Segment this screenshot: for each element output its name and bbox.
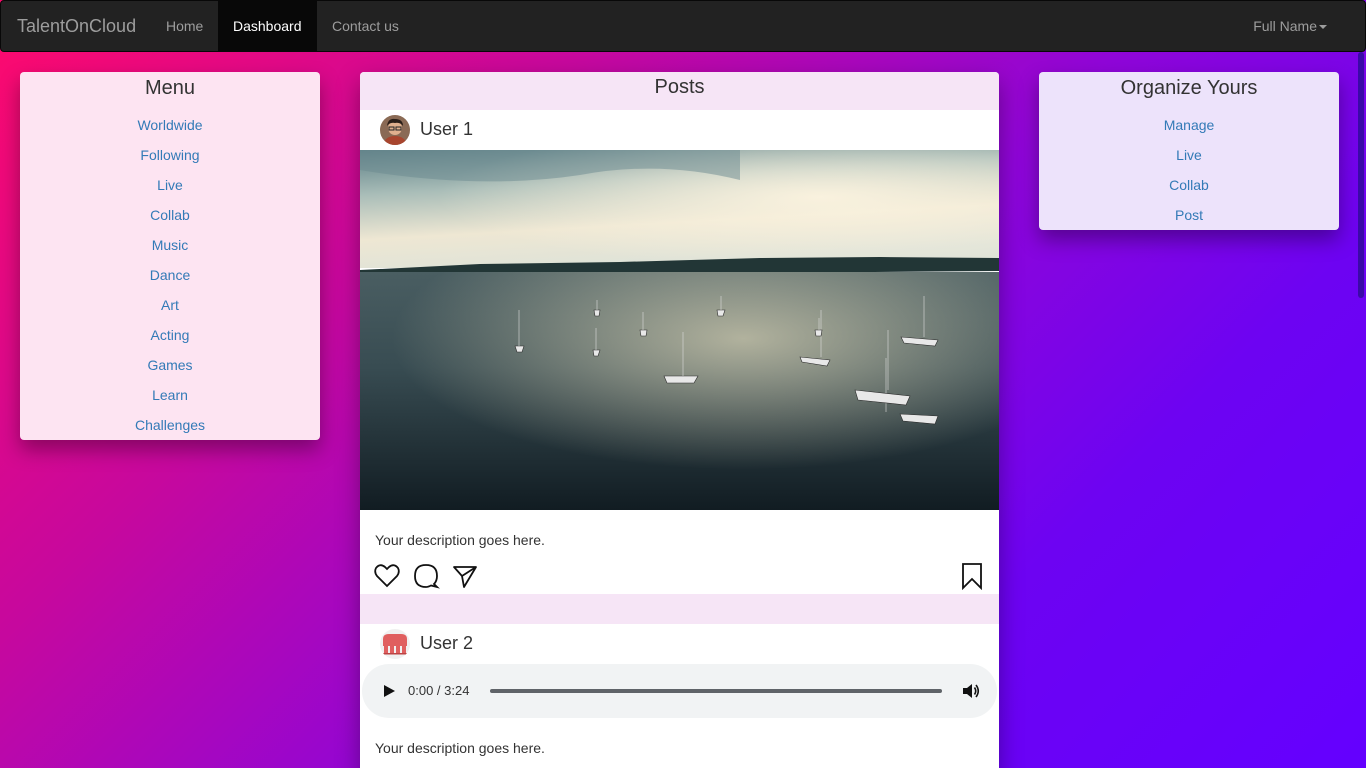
page-scrollbar[interactable] — [1358, 52, 1364, 298]
organize-item-manage[interactable]: Manage — [1039, 110, 1339, 140]
share-icon[interactable] — [451, 562, 479, 590]
menu-item-learn[interactable]: Learn — [20, 380, 320, 410]
menu-title: Menu — [144, 77, 196, 99]
menu-item-acting[interactable]: Acting — [20, 320, 320, 350]
top-navbar: TalentOnCloud Home Dashboard Contact us … — [0, 0, 1366, 52]
organize-list: Manage Live Collab Post — [1039, 110, 1339, 230]
menu-item-art[interactable]: Art — [20, 290, 320, 320]
brand-logo[interactable]: TalentOnCloud — [17, 1, 136, 51]
heart-icon[interactable] — [373, 562, 401, 590]
nav-contact-us[interactable]: Contact us — [317, 1, 414, 51]
organize-item-live[interactable]: Live — [1039, 140, 1339, 170]
user-2-avatar[interactable] — [380, 629, 410, 659]
post-1-actions — [360, 562, 999, 594]
audio-time: 0:00 / 3:24 — [408, 683, 470, 698]
user-2-name[interactable]: User 2 — [420, 624, 473, 662]
menu-list: Worldwide Following Live Collab Music Da… — [20, 110, 320, 440]
user-name-label: Full Name — [1253, 18, 1317, 34]
menu-panel: Menu Worldwide Following Live Collab Mus… — [20, 72, 320, 440]
post-1-image[interactable] — [360, 150, 999, 510]
organize-title: Organize Yours — [1120, 77, 1258, 99]
menu-item-following[interactable]: Following — [20, 140, 320, 170]
user-dropdown[interactable]: Full Name — [1253, 1, 1327, 51]
post-2-description: Your description goes here. — [375, 740, 545, 756]
posts-title: Posts — [360, 72, 999, 110]
menu-item-challenges[interactable]: Challenges — [20, 410, 320, 440]
bookmark-icon[interactable] — [958, 562, 986, 590]
post-separator — [360, 594, 999, 624]
organize-item-post[interactable]: Post — [1039, 200, 1339, 230]
caret-down-icon — [1319, 25, 1327, 30]
menu-item-dance[interactable]: Dance — [20, 260, 320, 290]
post-2-header: User 2 — [360, 624, 999, 664]
organize-item-collab[interactable]: Collab — [1039, 170, 1339, 200]
comment-icon[interactable] — [412, 562, 440, 590]
menu-item-music[interactable]: Music — [20, 230, 320, 260]
organize-panel: Organize Yours Manage Live Collab Post — [1039, 72, 1339, 230]
posts-feed: Posts User 1 Your description goes here.… — [360, 72, 999, 768]
audio-progress-bar[interactable] — [490, 689, 942, 693]
post-1-header: User 1 — [360, 110, 999, 150]
post-1-description: Your description goes here. — [375, 532, 545, 548]
volume-icon[interactable] — [962, 682, 980, 700]
nav-dashboard[interactable]: Dashboard — [218, 1, 317, 51]
audio-player[interactable]: 0:00 / 3:24 — [362, 664, 997, 718]
nav-home[interactable]: Home — [151, 1, 218, 51]
user-1-avatar[interactable] — [380, 115, 410, 145]
menu-item-worldwide[interactable]: Worldwide — [20, 110, 320, 140]
menu-item-games[interactable]: Games — [20, 350, 320, 380]
menu-item-live[interactable]: Live — [20, 170, 320, 200]
user-1-name[interactable]: User 1 — [420, 110, 473, 148]
menu-item-collab[interactable]: Collab — [20, 200, 320, 230]
play-icon[interactable] — [382, 684, 396, 698]
